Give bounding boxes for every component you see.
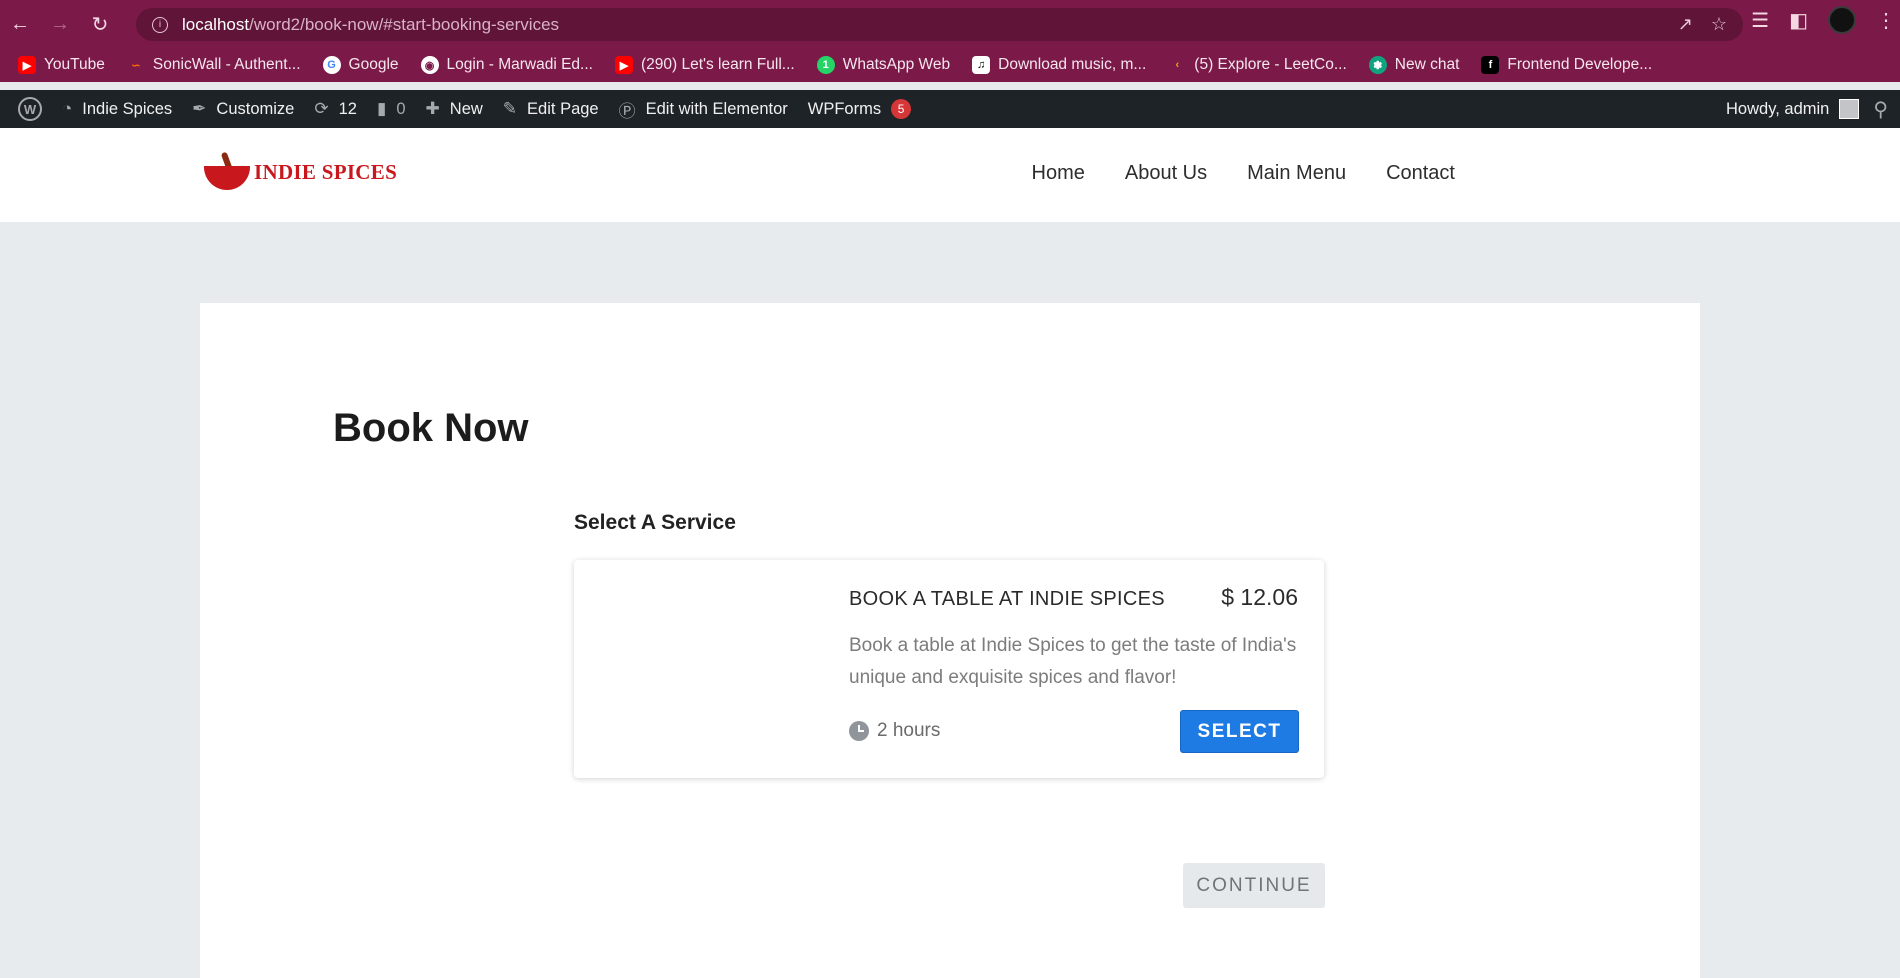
wpforms-menu[interactable]: WPForms 5 [798,90,921,128]
wp-admin-bar: W ◔ Indie Spices ✒ Customize ⟳ 12 ▮ 0 ✚ New ✎… [0,90,1900,128]
brush-icon: ✒ [192,99,207,118]
new-content-menu[interactable]: ✚ New [416,90,493,128]
updates-link[interactable]: ⟳ 12 [304,90,367,128]
reload-icon[interactable]: ↻ [80,4,120,44]
main-navigation: Home About Us Main Menu Contact [1032,162,1456,185]
service-heading: Select A Service [574,511,736,534]
bookmark-item[interactable]: ▶ YouTube [18,56,105,74]
nav-contact[interactable]: Contact [1386,162,1455,185]
browser-toolbar: ← → ↻ i localhost/word2/book-now/#start-… [0,0,1900,48]
avatar [1839,99,1860,119]
address-bar[interactable]: i localhost/word2/book-now/#start-bookin… [136,8,1743,41]
bookmark-item[interactable]: 1 WhatsApp Web [816,56,950,74]
edit-elementor-link[interactable]: Ⓟ Edit with Elementor [609,90,798,128]
site-info-icon[interactable]: i [152,16,168,33]
globe-icon: ◉ [420,56,439,74]
menu-kebab-icon[interactable]: ⋮ [1876,8,1896,33]
side-panel-icon[interactable]: ◧ [1789,8,1808,33]
nav-home[interactable]: Home [1032,162,1085,185]
url-host: localhost [182,14,250,34]
plus-icon: ✚ [425,99,440,118]
page-title: Book Now [333,406,529,450]
profile-avatar[interactable] [1828,6,1856,34]
bookmarks-bar: ▶ YouTube ∽ SonicWall - Authent... G Google… [0,48,1900,82]
url-path: /word2/book-now/#start-booking-services [249,14,560,34]
bookmark-item[interactable]: ∽ SonicWall - Authent... [127,56,300,74]
select-button[interactable]: SELECT [1180,710,1299,753]
service-description: Book a table at Indie Spices to get the … [849,635,1297,688]
service-duration: 2 hours [849,720,940,742]
bookmark-item[interactable]: ▶ (290) Let's learn Full... [614,56,795,74]
youtube-icon: ▶ [614,56,633,74]
wordpress-icon: W [18,97,42,121]
content-container: Book Now Select A Service BOOK A TABLE A… [200,303,1700,978]
updates-icon: ⟳ [314,99,329,118]
frontend-icon: f [1481,56,1500,74]
bookmark-item[interactable]: ‹ (5) Explore - LeetCo... [1168,56,1346,74]
pencil-icon: ✎ [502,99,518,118]
dashboard-icon: ◔ [62,99,73,118]
bookmark-item[interactable]: ✽ New chat [1368,56,1459,74]
sonicwall-icon: ∽ [131,59,141,72]
whatsapp-icon: 1 [816,56,835,74]
nav-main-menu[interactable]: Main Menu [1247,162,1346,185]
bookmark-item[interactable]: ◉ Login - Marwadi Ed... [420,56,593,74]
youtube-icon: ▶ [18,56,36,74]
music-icon: ♫ [972,56,991,74]
bookmark-item[interactable]: f Frontend Develope... [1481,56,1652,74]
search-icon[interactable]: ⚲ [1873,97,1888,122]
comment-icon: ▮ [376,99,387,118]
media-control-icon[interactable]: ☰ [1751,8,1769,33]
site-logo[interactable]: INDIE SPICES [202,151,397,192]
customize-link[interactable]: ✒ Customize [182,90,304,128]
account-menu[interactable]: Howdy, admin [1726,90,1860,128]
wpforms-notification-badge: 5 [891,99,912,119]
service-price: $ 12.06 [1221,584,1298,610]
comments-link[interactable]: ▮ 0 [367,90,416,128]
continue-button[interactable]: CONTINUE [1183,863,1325,908]
bookmark-item[interactable]: ♫ Download music, m... [972,56,1146,74]
site-header: INDIE SPICES Home About Us Main Menu Con… [0,128,1900,222]
back-icon[interactable]: ← [0,4,40,44]
edit-page-link[interactable]: ✎ Edit Page [493,90,609,128]
leetcode-icon: ‹ [1175,59,1180,71]
google-icon: G [322,56,341,74]
share-icon[interactable]: ↗ [1678,14,1693,35]
service-card[interactable]: BOOK A TABLE AT INDIE SPICES $ 12.06 Boo… [574,560,1324,778]
nav-about-us[interactable]: About Us [1125,162,1207,185]
elementor-icon: Ⓟ [618,101,636,121]
site-name-menu[interactable]: ◔ Indie Spices [52,90,182,128]
wp-logo-menu[interactable]: W [0,90,52,128]
bookmark-star-icon[interactable]: ☆ [1711,14,1727,35]
forward-icon[interactable]: → [40,4,80,44]
clock-icon [849,721,869,741]
spice-bowl-icon [202,151,252,192]
openai-icon: ✽ [1368,56,1387,74]
service-name: BOOK A TABLE AT INDIE SPICES [849,588,1165,610]
bookmark-item[interactable]: G Google [322,56,399,74]
